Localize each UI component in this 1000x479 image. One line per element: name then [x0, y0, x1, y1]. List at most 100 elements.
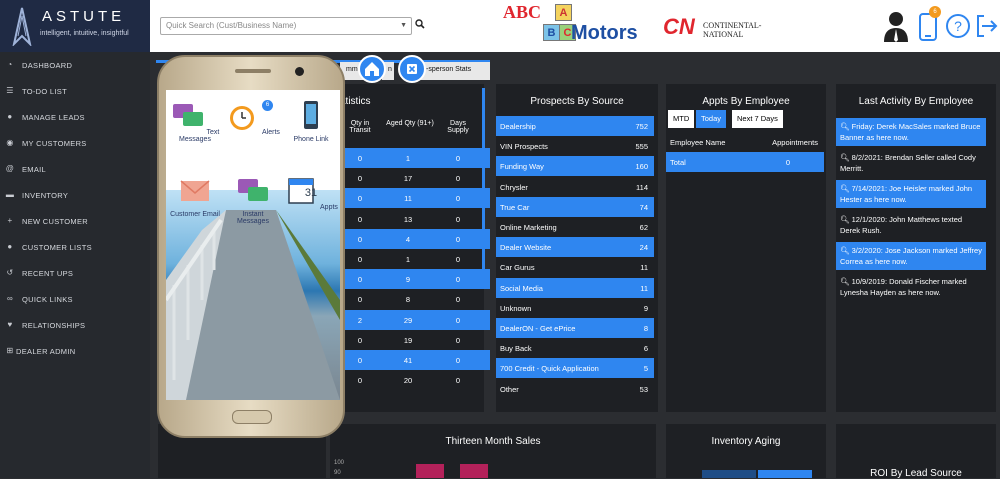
list-item[interactable]: Dealer Website 24	[496, 237, 654, 258]
at-icon: @	[5, 164, 15, 173]
list-item[interactable]: Other 53	[496, 379, 654, 399]
table-cell: 1	[405, 154, 411, 163]
table-row[interactable]: 0 1 0	[340, 148, 490, 168]
source-count: 555	[635, 142, 648, 152]
source-label: True Car	[500, 202, 530, 212]
car-icon: ▬	[5, 190, 15, 199]
list-item[interactable]: 🔍︎ Friday: Derek MacSales marked Bruce B…	[836, 118, 986, 146]
phone-speaker	[235, 69, 271, 73]
list-item[interactable]: Funding Way 160	[496, 156, 654, 177]
phone-home-button[interactable]	[232, 410, 272, 424]
home-button[interactable]	[358, 55, 386, 83]
app-alerts[interactable]: 6 Alerts	[226, 100, 280, 136]
app-customer-email[interactable]: Customer Email	[168, 175, 222, 218]
app-phone-link[interactable]: Phone Link	[284, 100, 338, 143]
app-label: Phone Link	[293, 136, 329, 143]
logout-icon[interactable]	[972, 10, 1000, 42]
sidebar-item-customer-lists[interactable]: ● CUSTOMER LISTS	[0, 234, 150, 260]
sidebar-item-inventory[interactable]: ▬ INVENTORY	[0, 182, 150, 208]
list-item[interactable]: 🔍︎ 7/14/2021: Joe Heisler marked John He…	[836, 180, 986, 208]
abc-letters: ABC	[503, 2, 542, 22]
list-item[interactable]: Chrysler 114	[496, 177, 654, 197]
table-row[interactable]: 0 1 0	[340, 249, 490, 269]
chevron-down-icon[interactable]: ▼	[400, 22, 407, 29]
sidebar-item-dashboard[interactable]: ◔ DASHBOARD	[0, 52, 150, 78]
table-row[interactable]: 0 4 0	[340, 228, 490, 249]
tab-next-7-days[interactable]: Next 7 Days	[732, 110, 783, 128]
table-cell: 19	[403, 335, 413, 345]
source-label: Social Media	[500, 283, 543, 293]
continental-national-logo[interactable]: CN CONTINENTAL-NATIONAL	[663, 14, 793, 40]
app-appts[interactable]: 31 Appts	[284, 175, 338, 211]
list-item[interactable]: Unknown 9	[496, 298, 654, 318]
list-item[interactable]: DealerON - Get ePrice 8	[496, 318, 654, 338]
table-row[interactable]: 0 8 0	[340, 289, 490, 309]
source-count: 11	[640, 283, 648, 293]
table-cell: 4	[405, 234, 411, 244]
sidebar-item-new-customer[interactable]: + NEW CUSTOMER	[0, 208, 150, 234]
list-item[interactable]: 🔍︎ 10/9/2019: Donald Fischer marked Lyne…	[836, 273, 986, 301]
sidebar-item-todo[interactable]: ☰ TO-DO LIST	[0, 78, 150, 104]
sidebar-item-my-customers[interactable]: ◉ MY CUSTOMERS	[0, 130, 150, 156]
table-cell: 29	[403, 315, 413, 325]
app-text-messages[interactable]: Text Messages	[168, 100, 222, 143]
tab-today[interactable]: Today	[696, 110, 727, 128]
list-item[interactable]: Online Marketing 62	[496, 217, 654, 237]
table-row[interactable]: 0 11 0	[340, 188, 490, 209]
table-row[interactable]: 2 29 0	[340, 309, 490, 330]
tab-salesperson-stats[interactable]: -sperson Stats	[420, 62, 490, 80]
list-item[interactable]: Social Media 11	[496, 277, 654, 298]
list-item[interactable]: 🔍︎ 12/1/2020: John Matthews texted Derek…	[836, 211, 986, 239]
source-label: Chrysler	[500, 182, 528, 192]
sidebar-item-email[interactable]: @ EMAIL	[0, 156, 150, 182]
help-icon[interactable]: ?	[944, 10, 972, 42]
cn-name: CONTINENTAL-NATIONAL	[703, 21, 762, 39]
source-label: Unknown	[500, 303, 532, 313]
alarm-clock-icon	[230, 106, 255, 130]
quick-search-input[interactable]: Quick Search (Cust/Business Name) ▼	[160, 17, 412, 35]
list-item[interactable]: Dealership 752	[496, 116, 654, 136]
table-row[interactable]: 0 20 0	[340, 370, 490, 390]
list-item[interactable]: Car Gurus 11	[496, 257, 654, 277]
appts-total-row[interactable]: Total 0	[666, 152, 824, 172]
panel-title: atistics	[340, 96, 371, 107]
table-cell: 41	[403, 356, 413, 365]
list-item[interactable]: True Car 74	[496, 196, 654, 217]
app-instant-messages[interactable]: Instant Messages	[226, 175, 280, 225]
app-label: Alerts	[262, 129, 280, 136]
list-item[interactable]: 🔍︎ 8/2/2021: Brendan Seller called Cody …	[836, 149, 986, 177]
sidebar-item-label: EMAIL	[22, 165, 47, 174]
sidebar-item-label: QUICK LINKS	[22, 295, 73, 304]
table-cell: 0	[357, 295, 363, 305]
y-tick: 100	[334, 460, 345, 466]
list-item[interactable]: 🔍︎ 3/2/2020: Jose Jackson marked Jeffrey…	[836, 242, 986, 270]
table-row[interactable]: 0 41 0	[340, 350, 490, 370]
app-logo[interactable]: ASTUTE intelligent, intuitive, insightfu…	[0, 0, 150, 52]
sidebar-item-manage-leads[interactable]: ● MANAGE LEADS	[0, 104, 150, 130]
table-row[interactable]: 0 9 0	[340, 269, 490, 290]
search-icon[interactable]	[415, 18, 425, 30]
list-item[interactable]: 700 Credit - Quick Application 5	[496, 358, 654, 379]
sidebar-item-recent-ups[interactable]: ↺ RECENT UPS	[0, 260, 150, 286]
cn-letters: CN	[663, 14, 695, 39]
sidebar-item-relationships[interactable]: ♥ RELATIONSHIPS	[0, 312, 150, 338]
sidebar-item-dealer-admin[interactable]: ⊞ DEALER ADMIN	[0, 338, 150, 364]
table-row[interactable]: 0 17 0	[340, 168, 490, 188]
phone-mockup: Text Messages 6 Alerts Phone Link Custom…	[157, 55, 345, 438]
user-profile-icon[interactable]	[882, 10, 910, 42]
table-row[interactable]: 0 19 0	[340, 330, 490, 350]
list-item[interactable]: VIN Prospects 555	[496, 136, 654, 156]
source-count: 752	[635, 122, 648, 131]
users-icon: ◉	[6, 138, 14, 147]
search-placeholder: Quick Search (Cust/Business Name)	[166, 21, 297, 30]
close-tab-button[interactable]	[398, 55, 426, 83]
tab-mtd[interactable]: MTD	[668, 110, 695, 128]
list-item[interactable]: Buy Back 6	[496, 338, 654, 358]
sidebar-item-quick-links[interactable]: ∞ QUICK LINKS	[0, 286, 150, 312]
activity-text: 10/9/2019: Donald Fischer marked Lynesha…	[840, 277, 967, 297]
table-row[interactable]: 0 13 0	[340, 209, 490, 229]
col-header: Days Supply	[447, 120, 469, 134]
abc-motors-logo[interactable]: ABC A B C Motors	[503, 2, 648, 48]
source-label: Dealer Website	[500, 243, 552, 253]
inventory-aging-panel: Inventory Aging	[666, 424, 826, 478]
